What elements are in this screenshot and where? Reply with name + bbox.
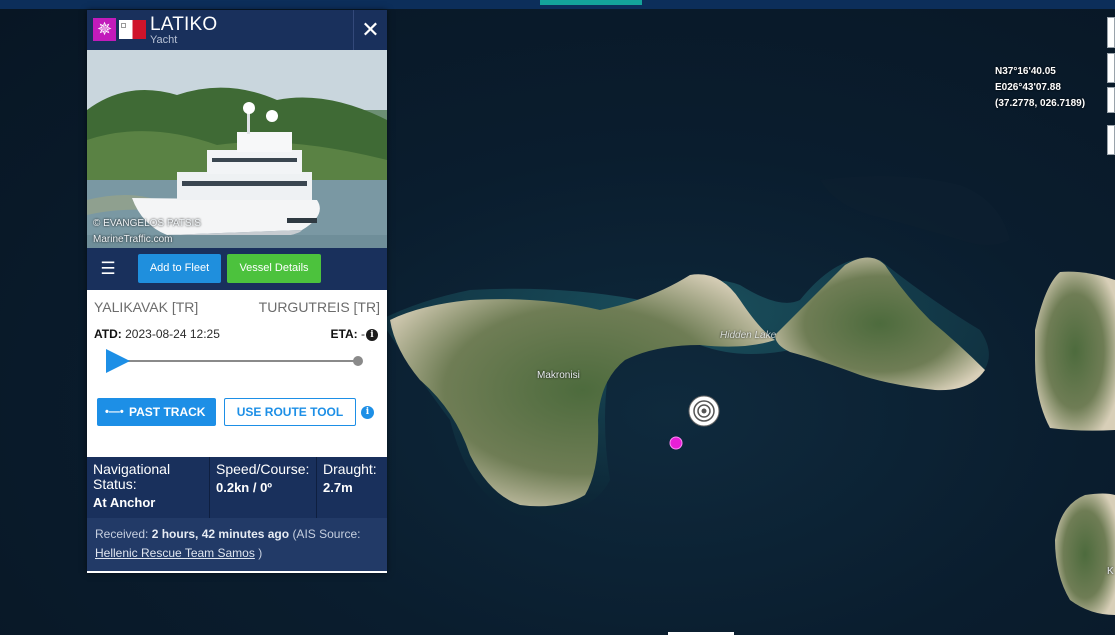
eta-info-icon[interactable]: i xyxy=(366,329,378,341)
vessel-progress-arrow-icon xyxy=(106,349,130,373)
vessel-anchor-marker[interactable] xyxy=(688,395,722,429)
hamburger-menu-icon[interactable]: ☰ xyxy=(97,260,119,278)
received-ago: 2 hours, 42 minutes ago xyxy=(151,527,290,541)
eta: ETA: - xyxy=(331,327,365,341)
coord-lat: N37°16'40.05 xyxy=(995,66,1056,77)
atd-value: 2023-08-24 12:25 xyxy=(125,327,220,341)
cursor-coordinates: N37°16'40.05 E026°43'07.88 (37.2778, 026… xyxy=(995,64,1085,112)
voyage-section: YALIKAVAK [TR] TURGUTREIS [TR] ATD: 2023… xyxy=(87,290,387,457)
yacht-icon: ✵ xyxy=(93,18,116,41)
island-makronisi xyxy=(390,274,775,507)
destination-port[interactable]: TURGUTREIS [TR] xyxy=(259,299,380,315)
vessel-type: Yacht xyxy=(150,34,178,46)
past-track-label: PAST TRACK xyxy=(129,405,206,419)
vessel-info-panel: ✵ LATIKO Yacht ✕ © EVANGELOS PATSIS Mari… xyxy=(87,10,387,573)
draught-cell: Draught: 2.7m xyxy=(317,457,387,518)
panel-header: ✵ LATIKO Yacht ✕ xyxy=(87,10,387,50)
destination-dot-icon xyxy=(353,356,363,366)
island-far-east xyxy=(1035,271,1115,431)
speed-course-value: 0.2kn / 0º xyxy=(216,480,273,495)
ais-source-prefix: (AIS Source: xyxy=(292,527,361,541)
received-info: Received: 2 hours, 42 minutes ago (AIS S… xyxy=(87,518,387,571)
route-tool-info-icon[interactable]: i xyxy=(361,406,374,419)
photo-credit-author: © EVANGELOS PATSIS xyxy=(93,218,201,229)
navigational-status-cell: Navigational Status: At Anchor xyxy=(87,457,210,518)
status-grid: Navigational Status: At Anchor Speed/Cou… xyxy=(87,457,387,518)
voyage-progress-line xyxy=(109,360,359,362)
eta-value: - xyxy=(361,327,365,341)
malta-flag-icon xyxy=(119,20,146,39)
vessel-photo[interactable]: © EVANGELOS PATSIS MarineTraffic.com xyxy=(87,50,387,248)
map-label-makronisi: Makronisi xyxy=(537,370,580,381)
departure-port[interactable]: YALIKAVAK [TR] xyxy=(94,299,198,315)
island-south-east xyxy=(1055,493,1115,615)
ais-source-link[interactable]: Hellenic Rescue Team Samos xyxy=(95,546,255,560)
map-label-hidden-lake: Hidden Lake xyxy=(720,330,777,341)
nav-status-value: At Anchor xyxy=(93,495,156,510)
use-route-tool-button[interactable]: USE ROUTE TOOL xyxy=(224,398,356,426)
past-track-button[interactable]: •—• PAST TRACK xyxy=(97,398,216,426)
coord-lon: E026°43'07.88 xyxy=(995,82,1061,93)
map-control-button-1[interactable] xyxy=(1107,17,1115,48)
top-bar-active-tab[interactable] xyxy=(540,0,642,5)
eta-label: ETA: xyxy=(330,327,358,341)
map-control-button-4[interactable] xyxy=(1107,125,1115,155)
close-button[interactable]: ✕ xyxy=(353,10,387,50)
atd-label: ATD: xyxy=(94,327,122,341)
ais-source-suffix: ) xyxy=(258,546,263,560)
draught-value: 2.7m xyxy=(323,480,353,495)
received-prefix: Received: xyxy=(95,527,149,541)
photo-credit-site: MarineTraffic.com xyxy=(93,234,173,245)
track-icon: •—• xyxy=(105,406,124,418)
map-control-button-2[interactable] xyxy=(1107,53,1115,83)
coord-decimal: (37.2778, 026.7189) xyxy=(995,98,1086,109)
vessel-details-button[interactable]: Vessel Details xyxy=(227,254,321,283)
nav-status-label: Navigational Status: xyxy=(93,461,171,492)
panel-toolbar: ☰ Add to Fleet Vessel Details xyxy=(87,248,387,290)
atd: ATD: 2023-08-24 12:25 xyxy=(94,327,220,341)
vessel-position-dot[interactable] xyxy=(669,436,683,450)
add-to-fleet-button[interactable]: Add to Fleet xyxy=(138,254,221,283)
map-control-button-3[interactable] xyxy=(1107,87,1115,113)
vessel-name: LATIKO xyxy=(150,14,218,35)
top-bar xyxy=(0,0,1115,9)
speed-course-label: Speed/Course: xyxy=(216,461,310,477)
draught-label: Draught: xyxy=(323,461,377,477)
map-label-edge: K xyxy=(1107,566,1114,577)
speed-course-cell: Speed/Course: 0.2kn / 0º xyxy=(210,457,317,518)
